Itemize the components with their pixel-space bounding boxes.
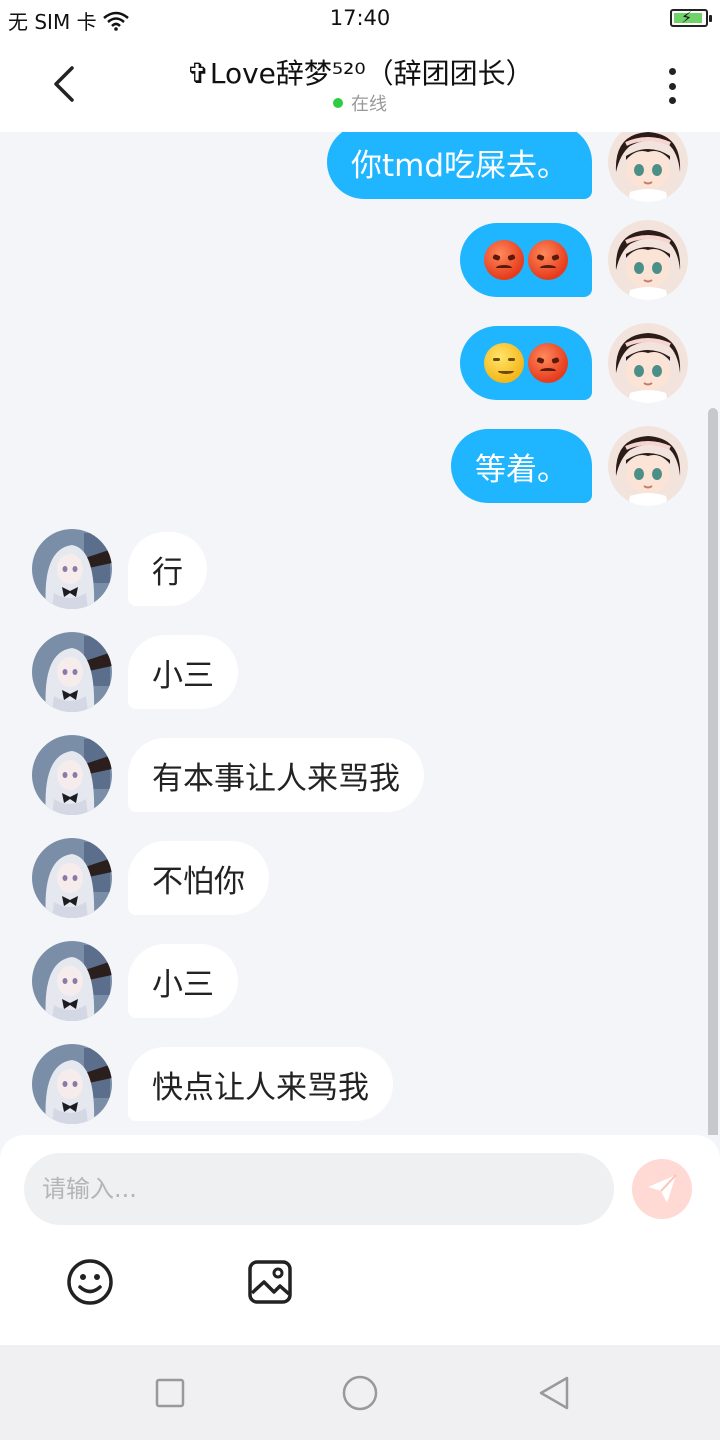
message-text: 你tmd吃屎去。 (350, 147, 568, 184)
message-text: 小三 (152, 657, 214, 694)
chat-header: ✞Love辞梦⁵²⁰（辞团团长） 在线 (0, 40, 720, 132)
more-dot-icon (668, 82, 676, 90)
back-nav-button[interactable] (534, 1373, 574, 1413)
outgoing-message[interactable]: 你tmd吃屎去。 (326, 132, 688, 202)
incoming-message[interactable]: 快点让人来骂我 (32, 1044, 393, 1124)
message-text: 快点让人来骂我 (152, 1069, 369, 1106)
contact-name: ✞Love辞梦⁵²⁰（辞团团长） (186, 57, 534, 90)
contact-avatar[interactable] (32, 941, 112, 1021)
paper-plane-icon (648, 1174, 677, 1203)
message-text: 等着。 (475, 451, 568, 488)
triangle-back-icon (539, 1376, 569, 1410)
my-avatar[interactable] (608, 323, 688, 403)
message-text: 行 (152, 554, 183, 591)
status-bar: 无 SIM 卡 17:40 ⚡ (0, 0, 720, 40)
incoming-message[interactable]: 小三 (32, 632, 238, 712)
angry-face-emoji (528, 240, 568, 280)
status-time: 17:40 (329, 6, 391, 30)
more-dot-icon (668, 97, 676, 104)
send-button[interactable] (632, 1159, 692, 1219)
message-bubble[interactable]: 行 (128, 532, 207, 606)
message-bubble[interactable]: 你tmd吃屎去。 (326, 132, 592, 199)
message-bubble[interactable]: 等着。 (451, 429, 592, 503)
contact-avatar[interactable] (32, 735, 112, 815)
message-text: 有本事让人来骂我 (152, 760, 400, 797)
message-bubble[interactable] (460, 223, 592, 297)
message-bubble[interactable]: 快点让人来骂我 (128, 1047, 393, 1121)
incoming-message[interactable]: 有本事让人来骂我 (32, 735, 424, 815)
more-dot-icon (668, 68, 676, 75)
message-text: 小三 (152, 966, 214, 1003)
outgoing-message[interactable] (460, 220, 688, 300)
online-status-label: 在线 (351, 94, 387, 115)
circle-icon (342, 1375, 378, 1411)
message-text: 不怕你 (152, 863, 245, 900)
incoming-message[interactable]: 行 (32, 529, 207, 609)
chat-messages[interactable]: 你tmd吃屎去。 等着。行小三 有本事让人来骂我 不怕你 小三 快点让人来骂我 (0, 132, 720, 1135)
contact-avatar[interactable] (32, 1044, 112, 1124)
my-avatar[interactable] (608, 220, 688, 300)
message-bubble[interactable]: 小三 (128, 635, 238, 709)
incoming-message[interactable]: 不怕你 (32, 838, 269, 918)
my-avatar[interactable] (608, 132, 688, 202)
smirking-face-emoji (484, 343, 524, 383)
more-options-button[interactable] (652, 64, 692, 108)
message-input[interactable] (24, 1153, 614, 1225)
outgoing-message[interactable]: 等着。 (451, 426, 688, 506)
system-nav-bar (0, 1345, 720, 1440)
angry-face-emoji (528, 343, 568, 383)
message-bubble[interactable]: 有本事让人来骂我 (128, 738, 424, 812)
emoji-button[interactable] (63, 1255, 117, 1309)
message-bubble[interactable]: 小三 (128, 944, 238, 1018)
angry-face-emoji (484, 240, 524, 280)
smiley-icon (67, 1259, 113, 1305)
scrollbar[interactable] (708, 408, 718, 1135)
recent-apps-button[interactable] (150, 1373, 190, 1413)
online-status: 在线 (0, 90, 720, 116)
outgoing-message[interactable] (460, 323, 688, 403)
square-icon (155, 1378, 185, 1408)
incoming-message[interactable]: 小三 (32, 941, 238, 1021)
home-button[interactable] (340, 1373, 380, 1413)
my-avatar[interactable] (608, 426, 688, 506)
battery-charging-icon: ⚡ (670, 8, 712, 27)
image-icon (248, 1260, 292, 1304)
message-bubble[interactable]: 不怕你 (128, 841, 269, 915)
contact-avatar[interactable] (32, 632, 112, 712)
image-button[interactable] (243, 1255, 297, 1309)
contact-avatar[interactable] (32, 838, 112, 918)
online-dot-icon (333, 98, 343, 108)
input-area (0, 1135, 720, 1345)
message-bubble[interactable] (460, 326, 592, 400)
contact-avatar[interactable] (32, 529, 112, 609)
